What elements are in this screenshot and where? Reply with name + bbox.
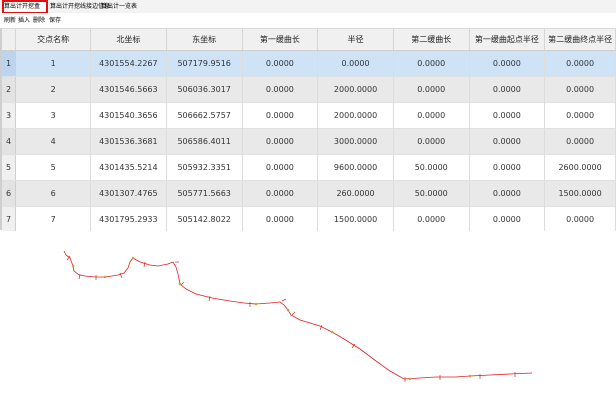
table-cell[interactable]: 0.0000 xyxy=(393,50,470,77)
route-plan-view xyxy=(0,231,616,391)
table-cell[interactable]: 0.0000 xyxy=(469,76,546,103)
table-cell[interactable]: 2600.0000 xyxy=(544,154,616,181)
table-cell[interactable]: 0.0000 xyxy=(242,128,319,155)
table-cell[interactable]: 6 xyxy=(15,180,91,207)
table-cell[interactable]: 3 xyxy=(15,102,91,129)
corner-cell[interactable] xyxy=(2,29,17,51)
row-header[interactable]: 5 xyxy=(2,154,17,181)
row-header[interactable]: 3 xyxy=(2,102,17,129)
table-cell[interactable]: 505142.8022 xyxy=(166,206,243,233)
table-cell[interactable]: 0.0000 xyxy=(317,50,394,77)
top-toolbar: 算出计开挖盒 算出计开挖线接边信息 算出计一览表 xyxy=(0,0,616,14)
table-cell[interactable]: 1500.0000 xyxy=(544,180,616,207)
tab-summary-table[interactable]: 算出计一览表 xyxy=(101,2,137,12)
column-header[interactable]: 第一缓曲长 xyxy=(242,29,319,51)
table-cell[interactable]: 1500.0000 xyxy=(317,206,394,233)
table-cell[interactable]: 4301307.4765 xyxy=(90,180,167,207)
table-row[interactable]: 4 4 4301536.3681 506586.4011 0.0000 3000.0000… xyxy=(2,128,616,155)
table-cell[interactable]: 0.0000 xyxy=(469,102,546,129)
table-cell[interactable]: 1 xyxy=(15,50,91,77)
save-button[interactable]: 保存 xyxy=(49,16,61,25)
table-cell[interactable]: 50.0000 xyxy=(393,154,470,181)
table-cell[interactable]: 9600.0000 xyxy=(317,154,394,181)
table-cell[interactable]: 0.0000 xyxy=(242,76,319,103)
refresh-button[interactable]: 刷新 xyxy=(4,16,16,25)
intersection-table: 交点名称 北坐标 东坐标 第一缓曲长 半径 第二缓曲长 第一缓曲起点半径 第二缓… xyxy=(0,29,616,249)
table-cell[interactable]: 2 xyxy=(15,76,91,103)
table-cell[interactable]: 4301435.5214 xyxy=(90,154,167,181)
secondary-toolbar: 刷新 插入 删除 保存 xyxy=(0,13,616,29)
column-header[interactable]: 半径 xyxy=(317,29,394,51)
table-cell[interactable]: 0.0000 xyxy=(242,154,319,181)
table-row[interactable]: 1 1 4301554.2267 507179.9516 0.0000 0.0000 0.0… xyxy=(2,50,616,77)
route-polyline xyxy=(63,250,533,380)
table-cell[interactable]: 0.0000 xyxy=(242,180,319,207)
table-cell[interactable]: 4301540.3656 xyxy=(90,102,167,129)
table-cell[interactable]: 507179.9516 xyxy=(166,50,243,77)
row-header[interactable]: 4 xyxy=(2,128,17,155)
table-cell[interactable]: 0.0000 xyxy=(544,102,616,129)
insert-button[interactable]: 插入 xyxy=(18,16,30,25)
table-cell[interactable]: 0.0000 xyxy=(242,102,319,129)
table-cell[interactable]: 0.0000 xyxy=(469,180,546,207)
delete-button[interactable]: 删除 xyxy=(33,16,45,25)
row-header[interactable]: 2 xyxy=(2,76,17,103)
table-cell[interactable]: 5 xyxy=(15,154,91,181)
table-cell[interactable]: 0.0000 xyxy=(469,154,546,181)
column-header[interactable]: 东坐标 xyxy=(166,29,243,51)
data-grid: 交点名称 北坐标 东坐标 第一缓曲长 半径 第二缓曲长 第一缓曲起点半径 第二缓… xyxy=(2,29,616,233)
table-cell[interactable]: 4301795.2933 xyxy=(90,206,167,233)
table-cell[interactable]: 2000.0000 xyxy=(317,102,394,129)
table-cell[interactable]: 7 xyxy=(15,206,91,233)
table-cell[interactable]: 3000.0000 xyxy=(317,128,394,155)
table-cell[interactable]: 0.0000 xyxy=(544,206,616,233)
table-cell[interactable]: 4301546.5663 xyxy=(90,76,167,103)
table-cell[interactable]: 0.0000 xyxy=(242,206,319,233)
column-header[interactable]: 第二缓曲长 xyxy=(393,29,470,51)
row-header[interactable]: 1 xyxy=(2,50,17,77)
table-cell[interactable]: 260.0000 xyxy=(317,180,394,207)
column-header[interactable]: 第二缓曲终点半径 xyxy=(544,29,616,51)
table-cell[interactable]: 0.0000 xyxy=(469,128,546,155)
table-row[interactable]: 5 5 4301435.5214 505932.3351 0.0000 9600.0000… xyxy=(2,154,616,181)
table-cell[interactable]: 0.0000 xyxy=(469,50,546,77)
table-cell[interactable]: 4 xyxy=(15,128,91,155)
column-header[interactable]: 交点名称 xyxy=(15,29,91,51)
table-cell[interactable]: 0.0000 xyxy=(393,128,470,155)
column-header[interactable]: 北坐标 xyxy=(90,29,167,51)
column-header[interactable]: 第一缓曲起点半径 xyxy=(469,29,546,51)
table-cell[interactable]: 506662.5757 xyxy=(166,102,243,129)
table-cell[interactable]: 0.0000 xyxy=(544,76,616,103)
row-header[interactable]: 6 xyxy=(2,180,17,207)
tab-compute-excavation[interactable]: 算出计开挖盒 xyxy=(2,0,48,14)
table-cell[interactable]: 4301536.3681 xyxy=(90,128,167,155)
table-cell[interactable]: 0.0000 xyxy=(544,50,616,77)
table-cell[interactable]: 0.0000 xyxy=(544,128,616,155)
table-cell[interactable]: 506586.4011 xyxy=(166,128,243,155)
table-cell[interactable]: 0.0000 xyxy=(469,206,546,233)
table-row[interactable]: 2 2 4301546.5663 506036.3017 0.0000 2000.0000… xyxy=(2,76,616,103)
table-cell[interactable]: 50.0000 xyxy=(393,180,470,207)
table-row[interactable]: 3 3 4301540.3656 506662.5757 0.0000 2000.0000… xyxy=(2,102,616,129)
station-markers xyxy=(71,256,472,381)
route-canvas[interactable] xyxy=(0,231,616,391)
table-row[interactable]: 7 7 4301795.2933 505142.8022 0.0000 1500.0000… xyxy=(2,206,616,233)
table-cell[interactable]: 0.0000 xyxy=(393,76,470,103)
table-cell[interactable]: 0.0000 xyxy=(242,50,319,77)
table-cell[interactable]: 2000.0000 xyxy=(317,76,394,103)
row-header[interactable]: 7 xyxy=(2,206,17,233)
table-cell[interactable]: 0.0000 xyxy=(393,102,470,129)
table-cell[interactable]: 0.0000 xyxy=(393,206,470,233)
table-cell[interactable]: 4301554.2267 xyxy=(90,50,167,77)
table-row[interactable]: 6 6 4301307.4765 505771.5663 0.0000 260.0000 5… xyxy=(2,180,616,207)
table-cell[interactable]: 506036.3017 xyxy=(166,76,243,103)
header-row: 交点名称 北坐标 东坐标 第一缓曲长 半径 第二缓曲长 第一缓曲起点半径 第二缓… xyxy=(2,29,616,51)
table-cell[interactable]: 505932.3351 xyxy=(166,154,243,181)
table-cell[interactable]: 505771.5663 xyxy=(166,180,243,207)
station-ticks xyxy=(66,255,516,382)
